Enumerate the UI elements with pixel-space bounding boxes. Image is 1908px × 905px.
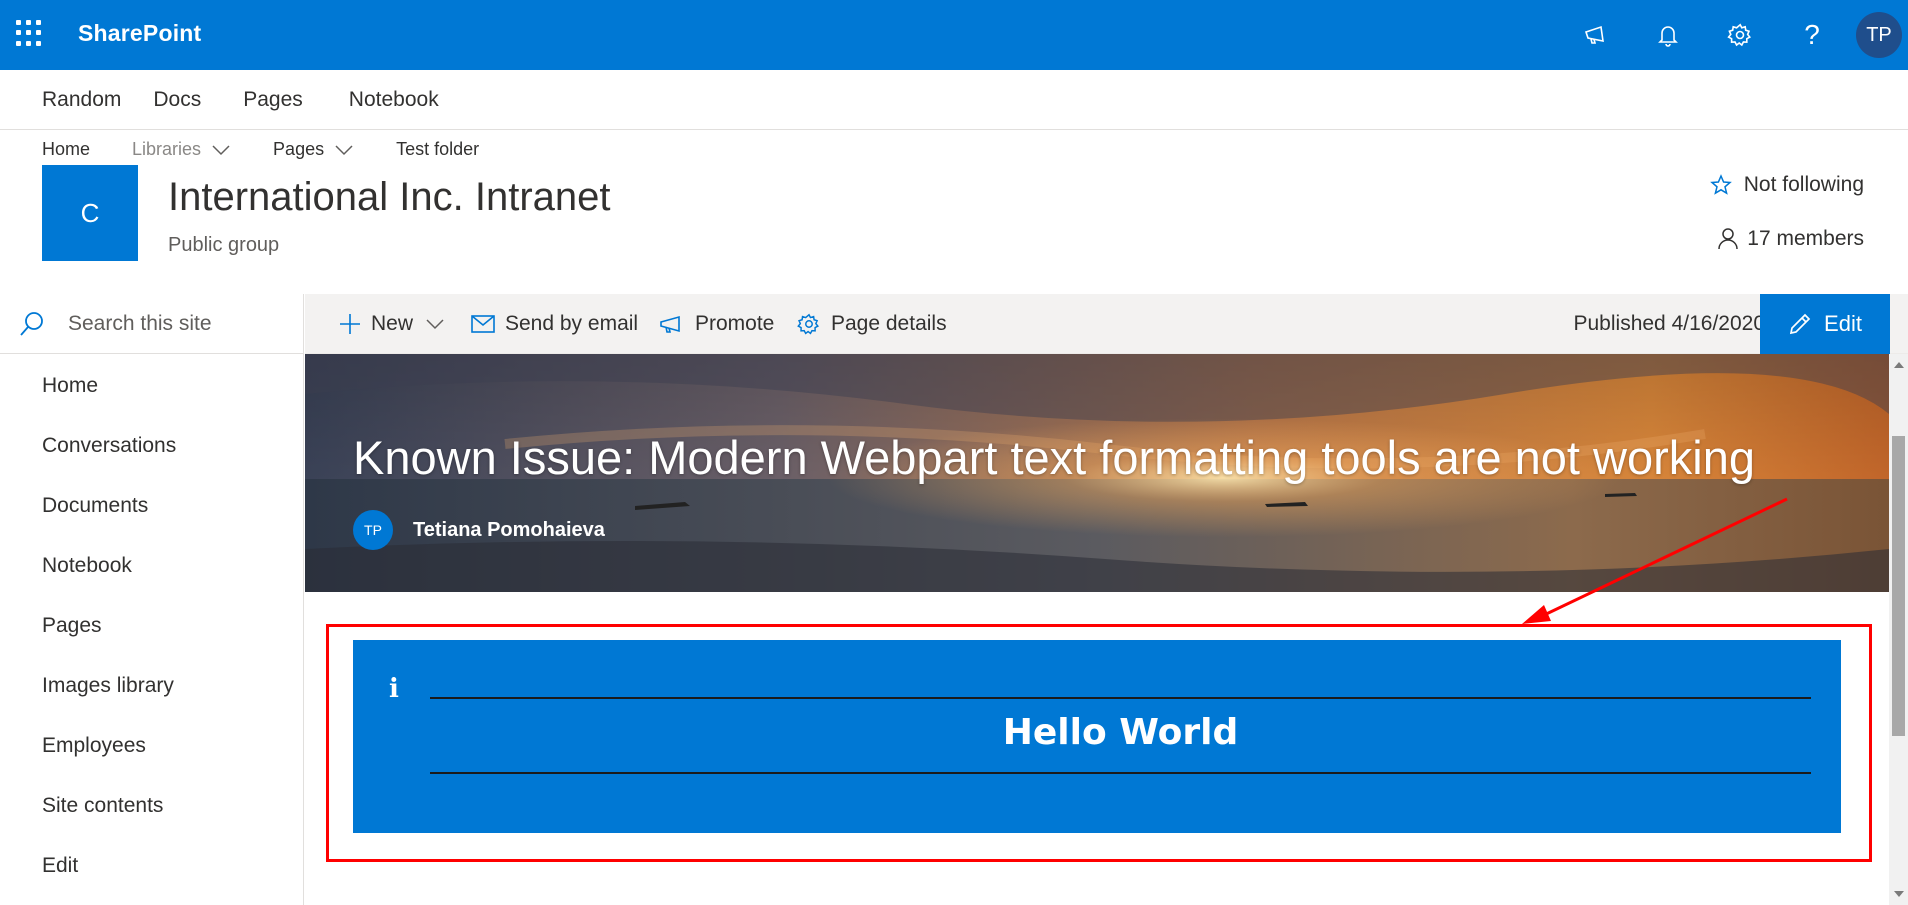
members-button[interactable]: 17 members (1717, 227, 1864, 251)
app-launcher-icon[interactable] (16, 20, 42, 46)
help-glyph: ? (1804, 19, 1820, 50)
left-nav-item-documents[interactable]: Documents (0, 476, 303, 536)
send-by-email-button[interactable]: Send by email (471, 294, 638, 354)
scroll-thumb[interactable] (1892, 436, 1905, 736)
command-bar: New Send by email Promote Page details P… (305, 294, 1908, 354)
top-nav-home[interactable]: Home (42, 139, 90, 160)
site-subtitle: Public group (168, 234, 280, 256)
left-nav-item-images-library[interactable]: Images library (0, 656, 303, 716)
megaphone-icon (660, 315, 680, 333)
page-scrollbar[interactable] (1889, 354, 1908, 905)
left-nav-item-edit[interactable]: Edit (0, 836, 303, 896)
scroll-up-arrow-icon[interactable] (1894, 362, 1904, 368)
chevron-down-icon (335, 144, 353, 155)
left-nav-item-employees[interactable]: Employees (0, 716, 303, 776)
page-hero-banner: Known Issue: Modern Webpart text formatt… (305, 354, 1889, 592)
hub-nav-item-docs[interactable]: Docs (153, 88, 201, 112)
published-status: Published 4/16/2020 (1573, 312, 1766, 335)
promote-button[interactable]: Promote (659, 294, 774, 354)
plus-icon (340, 314, 360, 334)
promote-label: Promote (695, 312, 775, 335)
left-nav-item-site-contents[interactable]: Site contents (0, 776, 303, 836)
site-logo[interactable]: C (42, 165, 138, 261)
top-nav-test-folder-label: Test folder (396, 139, 480, 159)
new-button[interactable]: New (339, 294, 455, 354)
left-nav-item-notebook[interactable]: Notebook (0, 536, 303, 596)
hub-nav-item-notebook[interactable]: Notebook (349, 88, 439, 112)
author-name: Tetiana Pomohaieva (413, 518, 605, 541)
search-placeholder: Search this site (68, 311, 212, 335)
left-nav-item-pages[interactable]: Pages (0, 596, 303, 656)
site-title[interactable]: International Inc. Intranet (168, 175, 611, 220)
top-nav-libraries[interactable]: Libraries (132, 139, 231, 160)
left-nav-list: Home Conversations Documents Notebook Pa… (0, 354, 303, 896)
annotation-highlight-box (326, 624, 1872, 862)
megaphone-icon[interactable] (1560, 0, 1632, 70)
author-avatar: TP (353, 510, 393, 550)
page-title: Known Issue: Modern Webpart text formatt… (353, 431, 1755, 484)
site-top-nav: Home Libraries Pages Test folder (42, 139, 521, 160)
gear-icon (797, 313, 820, 335)
hub-nav-item-random[interactable]: Random (42, 88, 121, 112)
left-nav-item-conversations[interactable]: Conversations (0, 416, 303, 476)
edit-label: Edit (1824, 311, 1862, 336)
follow-label: Not following (1743, 173, 1864, 196)
person-icon (1718, 228, 1739, 250)
top-nav-pages[interactable]: Pages (273, 139, 354, 160)
search-icon (20, 311, 43, 336)
send-by-email-label: Send by email (505, 312, 639, 335)
star-icon (1709, 174, 1732, 195)
left-nav-item-home[interactable]: Home (0, 356, 303, 416)
chevron-down-icon (212, 144, 230, 155)
edit-button[interactable]: Edit (1760, 294, 1890, 354)
left-navigation: Search this site Home Conversations Docu… (0, 294, 304, 905)
page-details-label: Page details (831, 312, 947, 335)
mail-icon (471, 315, 495, 333)
hub-navigation: Random Docs Pages Notebook (0, 70, 1908, 130)
suite-icons: ? TP (1560, 0, 1908, 70)
page-details-button[interactable]: Page details (797, 294, 947, 354)
search-input[interactable]: Search this site (0, 294, 303, 354)
top-nav-pages-label: Pages (273, 139, 325, 159)
hub-nav-item-pages[interactable]: Pages (243, 88, 303, 112)
follow-button[interactable]: Not following (1709, 173, 1864, 197)
site-header: Home Libraries Pages Test folder C Inter… (0, 131, 1908, 294)
gear-icon[interactable] (1704, 0, 1776, 70)
user-avatar[interactable]: TP (1856, 12, 1902, 58)
top-nav-test-folder[interactable]: Test folder (396, 139, 479, 160)
chevron-down-icon (426, 319, 444, 330)
author-byline[interactable]: TP Tetiana Pomohaieva (353, 510, 605, 550)
members-label: 17 members (1747, 227, 1864, 250)
help-icon[interactable]: ? (1776, 0, 1848, 70)
top-nav-home-label: Home (42, 139, 91, 159)
bell-icon[interactable] (1632, 0, 1704, 70)
new-label: New (371, 312, 414, 335)
suite-bar: SharePoint ? TP (0, 0, 1908, 70)
brand-label[interactable]: SharePoint (78, 20, 201, 47)
pencil-icon (1789, 313, 1811, 335)
top-nav-libraries-label: Libraries (132, 139, 202, 159)
scroll-down-arrow-icon[interactable] (1894, 891, 1904, 897)
